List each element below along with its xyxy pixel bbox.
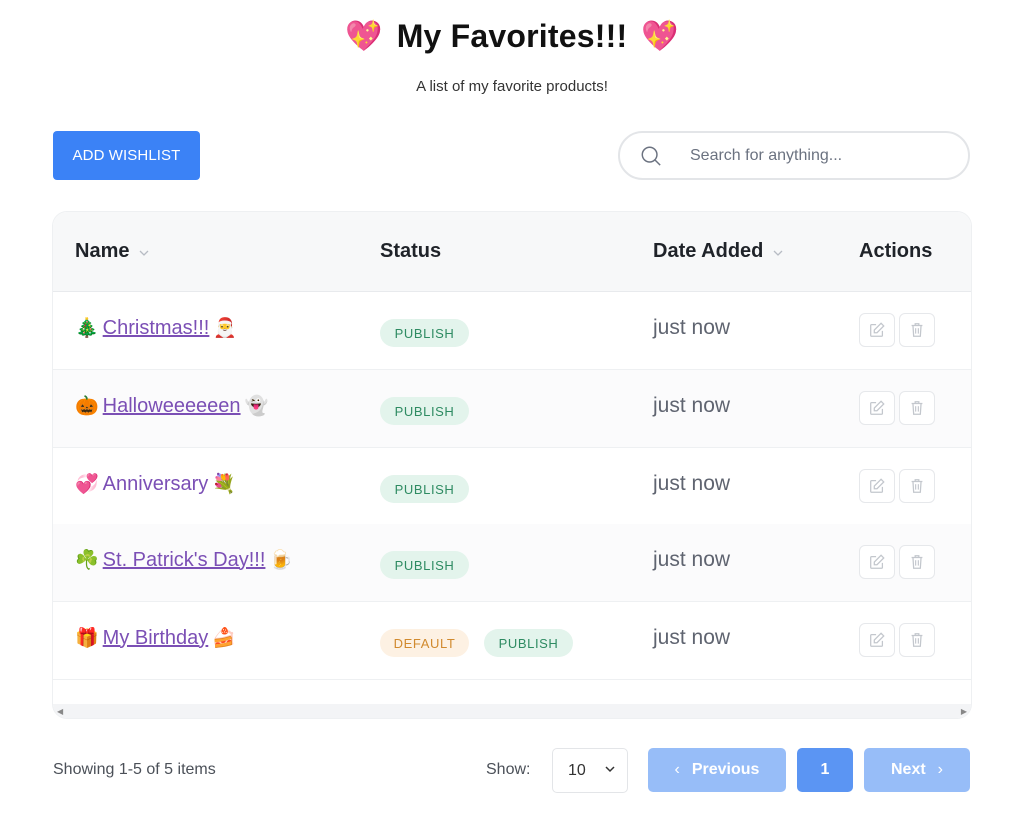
trash-icon bbox=[911, 633, 923, 647]
heart-icon: 💖 bbox=[345, 19, 383, 53]
edit-icon bbox=[870, 478, 885, 493]
chevron-left-icon: ‹ bbox=[674, 761, 680, 778]
wishlist-link[interactable]: Christmas!!! bbox=[103, 317, 210, 340]
heart-icon: 💖 bbox=[641, 19, 679, 53]
chevron-right-icon: › bbox=[937, 761, 943, 778]
page-subtitle: A list of my favorite products! bbox=[416, 78, 608, 95]
cake-icon: 🍰 bbox=[212, 628, 236, 649]
table-row: 💞 Anniversary 💐 PUBLISH just now bbox=[53, 448, 971, 526]
edit-icon bbox=[870, 554, 885, 569]
scroll-right-icon[interactable]: ▶ bbox=[961, 707, 967, 716]
search-icon bbox=[640, 145, 662, 167]
pumpkin-icon: 🎃 bbox=[75, 396, 99, 417]
edit-button[interactable] bbox=[859, 545, 895, 579]
date-added: just now bbox=[653, 394, 731, 417]
status-badge: PUBLISH bbox=[380, 397, 469, 425]
wishlist-link[interactable]: Anniversary bbox=[103, 473, 209, 496]
table-row: 🎁 My Birthday 🍰 DEFAULT PUBLISH just now bbox=[53, 602, 971, 680]
trash-icon bbox=[911, 323, 923, 337]
column-header-status: Status bbox=[380, 240, 442, 262]
page-size-value: 10 bbox=[568, 761, 586, 779]
wishlist-link[interactable]: Halloweeeeeen bbox=[103, 395, 241, 418]
table-header: Name Status Date Added Actions bbox=[53, 212, 971, 292]
column-header-name[interactable]: Name bbox=[75, 240, 149, 263]
table-row: ☘️ St. Patrick's Day!!! 🍺 PUBLISH just n… bbox=[53, 524, 971, 602]
edit-icon bbox=[870, 400, 885, 415]
wishlist-table: Name Status Date Added Actions 🎄 Christm… bbox=[53, 212, 971, 718]
table-row: 🎄 Christmas!!! 🎅 PUBLISH just now bbox=[53, 292, 971, 370]
column-header-date[interactable]: Date Added bbox=[653, 240, 783, 263]
delete-button[interactable] bbox=[899, 623, 935, 657]
wishlist-link[interactable]: St. Patrick's Day!!! bbox=[103, 549, 266, 572]
previous-button[interactable]: ‹ Previous bbox=[648, 748, 786, 792]
scroll-left-icon[interactable]: ◀ bbox=[57, 707, 63, 716]
status-badge: PUBLISH bbox=[484, 629, 573, 657]
santa-icon: 🎅 bbox=[213, 318, 238, 339]
column-header-actions: Actions bbox=[859, 240, 933, 262]
hearts-icon: 💞 bbox=[75, 474, 99, 495]
horizontal-scrollbar[interactable]: ◀ ▶ bbox=[53, 704, 971, 718]
trash-icon bbox=[911, 555, 923, 569]
date-added: just now bbox=[653, 472, 731, 495]
edit-button[interactable] bbox=[859, 391, 895, 425]
edit-button[interactable] bbox=[859, 313, 895, 347]
row-name-cell: 🎁 My Birthday 🍰 bbox=[75, 626, 236, 650]
status-badge: DEFAULT bbox=[380, 629, 469, 657]
add-wishlist-button[interactable]: ADD WISHLIST bbox=[53, 131, 200, 180]
page-header: 💖 My Favorites!!! 💖 bbox=[0, 18, 1024, 55]
page-size-label: Show: bbox=[486, 761, 531, 778]
wishlist-link[interactable]: My Birthday bbox=[103, 627, 209, 650]
trash-icon bbox=[911, 401, 923, 415]
edit-icon bbox=[870, 322, 885, 337]
page-title: My Favorites!!! bbox=[396, 18, 628, 54]
row-name-cell: 💞 Anniversary 💐 bbox=[75, 472, 236, 496]
shamrock-icon: ☘️ bbox=[75, 550, 99, 571]
next-button[interactable]: Next › bbox=[864, 748, 970, 792]
status-badge: PUBLISH bbox=[380, 551, 469, 579]
edit-icon bbox=[870, 632, 885, 647]
trash-icon bbox=[911, 479, 923, 493]
chevron-down-icon bbox=[139, 245, 149, 259]
page-1-button[interactable]: 1 bbox=[797, 748, 853, 792]
search-box[interactable] bbox=[618, 131, 970, 180]
page-size-select[interactable]: 10 bbox=[552, 748, 628, 793]
date-added: just now bbox=[653, 626, 731, 649]
chevron-down-icon bbox=[773, 245, 783, 259]
tree-icon: 🎄 bbox=[75, 318, 99, 339]
search-input[interactable] bbox=[690, 143, 950, 169]
pagination-summary: Showing 1-5 of 5 items bbox=[53, 761, 216, 778]
bouquet-icon: 💐 bbox=[212, 474, 236, 495]
row-name-cell: 🎄 Christmas!!! 🎅 bbox=[75, 316, 237, 340]
date-added: just now bbox=[653, 316, 731, 339]
delete-button[interactable] bbox=[899, 391, 935, 425]
edit-button[interactable] bbox=[859, 623, 895, 657]
table-row: 🎃 Halloweeeeeen 👻 PUBLISH just now bbox=[53, 370, 971, 448]
chevron-down-icon bbox=[603, 762, 617, 776]
status-badge: PUBLISH bbox=[380, 475, 469, 503]
gift-icon: 🎁 bbox=[75, 628, 99, 649]
delete-button[interactable] bbox=[899, 313, 935, 347]
beer-icon: 🍺 bbox=[269, 550, 294, 571]
date-added: just now bbox=[653, 548, 731, 571]
status-badge: PUBLISH bbox=[380, 319, 469, 347]
delete-button[interactable] bbox=[899, 469, 935, 503]
row-name-cell: ☘️ St. Patrick's Day!!! 🍺 bbox=[75, 548, 293, 572]
ghost-icon: 👻 bbox=[244, 396, 269, 417]
delete-button[interactable] bbox=[899, 545, 935, 579]
row-name-cell: 🎃 Halloweeeeeen 👻 bbox=[75, 394, 268, 418]
edit-button[interactable] bbox=[859, 469, 895, 503]
